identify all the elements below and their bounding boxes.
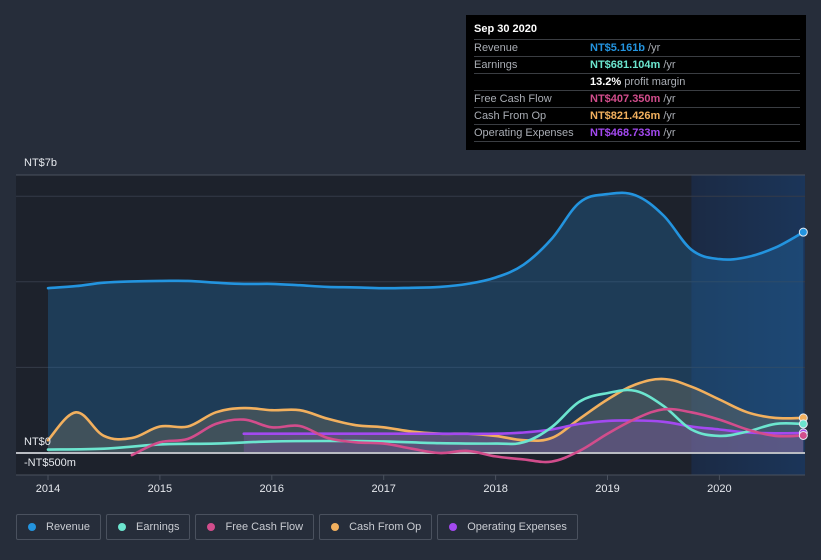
x-tick-label: 2019	[595, 483, 619, 495]
legend-label: Operating Expenses	[467, 521, 567, 533]
tooltip-row: Cash From Op NT$821.426m/yr	[474, 108, 800, 125]
legend-dot-icon	[118, 523, 127, 531]
tooltip-row-value: NT$681.104m	[590, 59, 661, 71]
legend-item-free-cash-flow[interactable]: Free Cash Flow	[195, 514, 315, 540]
earnings-endpoint	[798, 419, 808, 429]
tooltip-row: Free Cash Flow NT$407.350m/yr	[474, 91, 800, 108]
y-axis-top-label: NT$7b	[24, 157, 57, 169]
x-tick-label: 2015	[148, 483, 172, 495]
x-tick-label: 2017	[371, 483, 395, 495]
tooltip-row: Revenue NT$5.161b/yr	[474, 40, 800, 57]
tooltip-row-value: NT$468.733m	[590, 127, 661, 139]
y-axis-zero-label: NT$0	[24, 436, 51, 448]
tooltip-row-unit: /yr	[663, 93, 676, 105]
legend-dot-icon	[449, 523, 458, 531]
legend-dot-icon	[331, 523, 340, 531]
tooltip-rows: Revenue NT$5.161b/yr Earnings NT$681.104m/y…	[474, 40, 800, 142]
tooltip-row-label: Operating Expenses	[474, 127, 574, 139]
tooltip-row-label: Revenue	[474, 42, 519, 54]
legend-item-cash-from-op[interactable]: Cash From Op	[319, 514, 433, 540]
legend-label: Earnings	[136, 521, 180, 533]
legend-dot-icon	[207, 523, 216, 531]
tooltip-row-label: Cash From Op	[474, 110, 547, 122]
data-tooltip: Sep 30 2020 Revenue NT$5.161b/yr Earnings N…	[466, 15, 806, 150]
tooltip-row-unit: /yr	[663, 127, 676, 139]
legend-item-revenue[interactable]: Revenue	[16, 514, 102, 540]
x-tick-label: 2020	[707, 483, 731, 495]
y-axis-negative-label: -NT$500m	[24, 457, 76, 469]
legend-dot-icon	[28, 523, 36, 531]
legend-item-operating-expenses[interactable]: Operating Expenses	[437, 514, 578, 540]
tooltip-row-unit: profit margin	[624, 76, 686, 88]
tooltip-row-value: 13.2%	[590, 76, 622, 88]
legend-label: Cash From Op	[349, 521, 422, 533]
tooltip-date: Sep 30 2020	[474, 23, 800, 40]
tooltip-row-unit: /yr	[663, 59, 676, 71]
x-tick-label: 2016	[260, 483, 284, 495]
x-tick-label: 2014	[36, 483, 60, 495]
tooltip-row-value: NT$821.426m	[590, 110, 661, 122]
tooltip-row-value: NT$407.350m	[590, 93, 661, 105]
x-tick-label: 2018	[483, 483, 507, 495]
tooltip-row-label	[474, 74, 590, 90]
tooltip-row: 13.2% profit margin	[474, 74, 800, 91]
tooltip-row-unit: /yr	[648, 42, 661, 54]
chart-legend: Revenue Earnings Free Cash Flow Cash From O…	[16, 514, 578, 540]
legend-label: Revenue	[46, 521, 91, 533]
revenue-endpoint	[798, 227, 808, 237]
tooltip-row-value: NT$5.161b	[590, 42, 646, 54]
tooltip-row: Operating Expenses NT$468.733m/yr	[474, 125, 800, 142]
x-axis-ticks: 2014 2015 2016 2017 2018 2019 2020	[36, 475, 732, 495]
free-cash-flow-endpoint	[798, 430, 808, 440]
tooltip-row-unit: /yr	[663, 110, 676, 122]
legend-label: Free Cash Flow	[225, 521, 304, 533]
legend-item-earnings[interactable]: Earnings	[106, 514, 191, 540]
tooltip-row-label: Free Cash Flow	[474, 93, 552, 105]
tooltip-row-label: Earnings	[474, 59, 518, 71]
tooltip-row: Earnings NT$681.104m/yr	[474, 57, 800, 74]
